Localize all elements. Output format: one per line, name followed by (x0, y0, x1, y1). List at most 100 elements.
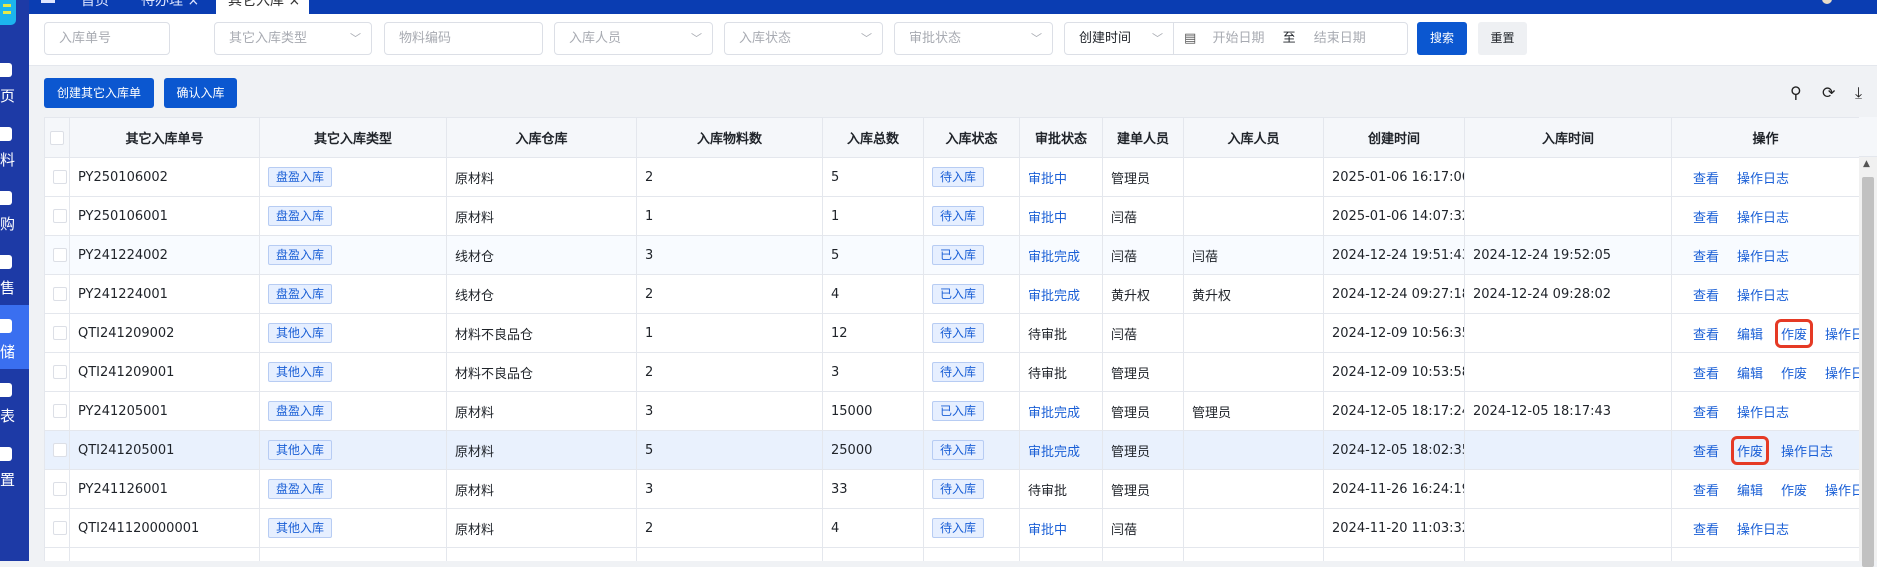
op-操作日志-button[interactable]: 操作日志 (1734, 205, 1792, 228)
row-checkbox[interactable] (53, 170, 67, 184)
chevron-down-icon: ﹀ (350, 32, 361, 45)
confirm-inbound-button[interactable]: 确认入库 (164, 78, 237, 108)
row-checkbox[interactable] (53, 365, 67, 379)
cell-no: PY250106002 (70, 158, 260, 196)
sidebar-item[interactable]: 设置 (0, 433, 29, 497)
cell-approval: 待审批 (1020, 353, 1103, 391)
approval-status-link[interactable]: 审批完成 (1028, 285, 1080, 304)
sidebar-item[interactable]: 资料 (0, 113, 29, 177)
op-作废-button[interactable]: 作废 (1778, 478, 1810, 501)
sidebar: 首页资料采购销售仓储报表设置 (0, 0, 29, 561)
avatar[interactable] (1822, 0, 1832, 4)
refresh-icon[interactable]: ⟳ (1822, 83, 1835, 102)
op-操作日志-button[interactable]: 操作日志 (1734, 244, 1792, 267)
row-checkbox[interactable] (53, 404, 67, 418)
tab-home[interactable]: 首页 (81, 0, 121, 14)
op-操作日志-button[interactable]: 操作日志 (1734, 400, 1792, 423)
op-查看-button[interactable]: 查看 (1690, 439, 1722, 462)
table-row[interactable]: PY250106001 盘盈入库 原材料 1 1 待入库 审批中 闫蓓 2025-01-06 1… (45, 197, 1859, 236)
tab-other-inbound[interactable]: 其它入库 × (216, 0, 309, 14)
type-select[interactable]: 其它入库类型 ﹀ (214, 22, 372, 55)
row-checkbox[interactable] (53, 248, 67, 262)
table-row[interactable]: PY241224002 盘盈入库 线材仓 3 5 已入库 审批完成 闫蓓 闫蓓 2024-12-2… (45, 236, 1859, 275)
cell-no: PY241224002 (70, 236, 260, 274)
table-row[interactable]: PY241126001 盘盈入库 原材料 3 33 待入库 待审批 管理员 2024-11-26… (45, 470, 1859, 509)
op-操作日志-button[interactable]: 操作日志 (1822, 322, 1859, 345)
table-row[interactable]: PY250106002 盘盈入库 原材料 2 5 待入库 审批中 管理员 2025-01-06 … (45, 158, 1859, 197)
op-操作日志-button[interactable]: 操作日志 (1822, 478, 1859, 501)
op-编辑-button[interactable]: 编辑 (1734, 322, 1766, 345)
row-checkbox[interactable] (53, 287, 67, 301)
approval-select[interactable]: 审批状态 ﹀ (894, 22, 1053, 55)
row-checkbox[interactable] (53, 482, 67, 496)
end-date-input[interactable]: 结束日期 (1314, 31, 1366, 46)
search-button[interactable]: 搜索 (1417, 22, 1467, 55)
scrollbar-thumb[interactable] (1862, 177, 1874, 567)
column-header: 审批状态 (1020, 118, 1103, 157)
warehouse-icon (0, 319, 12, 333)
scroll-up-icon[interactable]: ▲ (1863, 159, 1870, 169)
op-编辑-button[interactable]: 编辑 (1734, 478, 1766, 501)
menu-icon[interactable] (41, 0, 55, 3)
approval-status-link[interactable]: 审批中 (1028, 168, 1067, 187)
table-row[interactable]: PY241205001 盘盈入库 原材料 3 15000 已入库 审批完成 管理员 管理员 202… (45, 392, 1859, 431)
op-作废-button[interactable]: 作废 (1775, 318, 1814, 348)
material-code-input[interactable]: 物料编码 (384, 22, 543, 55)
row-checkbox[interactable] (53, 326, 67, 340)
sidebar-item[interactable]: 报表 (0, 369, 29, 433)
sidebar-item[interactable]: 采购 (0, 177, 29, 241)
op-操作日志-button[interactable]: 操作日志 (1734, 283, 1792, 306)
create-button[interactable]: 创建其它入库单 (44, 78, 154, 108)
sidebar-item[interactable]: 销售 (0, 241, 29, 305)
cell-creator: 管理员 (1103, 353, 1184, 391)
op-操作日志-button[interactable]: 操作日志 (1734, 166, 1792, 189)
op-查看-button[interactable]: 查看 (1690, 322, 1722, 345)
op-查看-button[interactable]: 查看 (1690, 244, 1722, 267)
op-查看-button[interactable]: 查看 (1690, 400, 1722, 423)
scrollbar[interactable]: ▲ (1859, 157, 1877, 567)
sidebar-item[interactable]: 首页 (0, 49, 29, 113)
approval-status-link[interactable]: 审批完成 (1028, 441, 1080, 460)
date-range-picker[interactable]: ▤ 开始日期 至 结束日期 (1173, 22, 1408, 55)
op-查看-button[interactable]: 查看 (1690, 517, 1722, 540)
order-no-input[interactable]: 入库单号 (44, 22, 170, 55)
status-select[interactable]: 入库状态 ﹀ (724, 22, 883, 55)
time-type-select[interactable]: 创建时间 ﹀ (1064, 22, 1174, 55)
op-查看-button[interactable]: 查看 (1690, 283, 1722, 306)
table-row[interactable] (45, 548, 1859, 561)
cell-no: PY250106001 (70, 197, 260, 235)
approval-status-link[interactable]: 审批完成 (1028, 402, 1080, 421)
op-查看-button[interactable]: 查看 (1690, 478, 1722, 501)
status-tag: 已入库 (932, 401, 985, 421)
sidebar-item[interactable]: 仓储 (0, 305, 29, 369)
table-row[interactable]: QTI241120000001 其他入库 原材料 2 4 待入库 审批中 闫蓓 2024-11-… (45, 509, 1859, 548)
row-checkbox[interactable] (53, 209, 67, 223)
download-icon[interactable]: ⤓ (1855, 83, 1862, 103)
approval-status-link[interactable]: 审批中 (1028, 519, 1067, 538)
select-all-checkbox[interactable] (50, 130, 64, 145)
op-编辑-button[interactable]: 编辑 (1734, 361, 1766, 384)
op-作废-button[interactable]: 作废 (1778, 361, 1810, 384)
op-查看-button[interactable]: 查看 (1690, 166, 1722, 189)
search-icon[interactable]: ⚲ (1790, 83, 1802, 102)
op-作废-button[interactable]: 作废 (1731, 435, 1770, 465)
approval-status-link[interactable]: 审批中 (1028, 207, 1067, 226)
approval-status-link[interactable]: 审批完成 (1028, 246, 1080, 265)
column-header-label: 审批状态 (1034, 132, 1087, 147)
table-row[interactable]: QTI241205001 其他入库 原材料 5 25000 待入库 审批完成 管理员 2024-… (45, 431, 1859, 470)
start-date-input[interactable]: 开始日期 (1212, 31, 1264, 46)
table-row[interactable]: PY241224001 盘盈入库 线材仓 2 4 已入库 审批完成 黄升权 黄升权 2024-12… (45, 275, 1859, 314)
table-row[interactable]: QTI241209002 其他入库 材料不良品仓 1 12 待入库 待审批 闫蓓 2024-12… (45, 314, 1859, 353)
reset-button[interactable]: 重置 (1478, 22, 1527, 55)
op-查看-button[interactable]: 查看 (1690, 205, 1722, 228)
op-查看-button[interactable]: 查看 (1690, 361, 1722, 384)
op-操作日志-button[interactable]: 操作日志 (1734, 517, 1792, 540)
op-操作日志-button[interactable]: 操作日志 (1778, 439, 1836, 462)
cell-operations: 查看 作废 操作日志 (1672, 431, 1859, 469)
row-checkbox[interactable] (53, 521, 67, 535)
person-select[interactable]: 入库人员 ﹀ (554, 22, 713, 55)
tab-todo[interactable]: 待办理 × (141, 0, 211, 14)
table-row[interactable]: QTI241209001 其他入库 材料不良品仓 2 3 待入库 待审批 管理员 2024-12… (45, 353, 1859, 392)
row-checkbox[interactable] (53, 443, 67, 457)
op-操作日志-button[interactable]: 操作日志 (1822, 361, 1859, 384)
